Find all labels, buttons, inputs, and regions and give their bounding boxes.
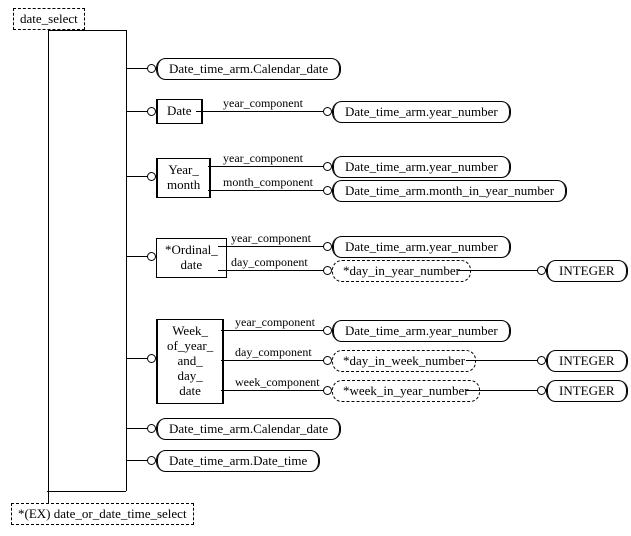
date-year-attr: year_component [223,96,303,111]
year-month-entity: Year_ month [156,158,211,198]
ym-year-target: Date_time_arm.year_number [332,156,511,178]
ex-select: *(EX) date_or_date_time_select [11,503,194,525]
wd-week-attr: week_component [235,375,320,390]
wd-year-target: Date_time_arm.year_number [332,320,511,342]
ordinal-date-entity: *Ordinal_ date [156,238,227,278]
wd-year-attr: year_component [235,315,315,330]
diagram-container: date_select Date_time_arm.Calendar_date … [8,8,623,528]
od-year-target: Date_time_arm.year_number [332,236,511,258]
od-day-attr: day_component [231,255,308,270]
calendar-date-1: Date_time_arm.Calendar_date [156,58,341,80]
wd-day-integer: INTEGER [546,350,628,372]
ym-year-attr: year_component [223,151,303,166]
calendar-date-2: Date_time_arm.Calendar_date [156,418,341,440]
date-time-ref: Date_time_arm.Date_time [156,450,320,472]
root-select: date_select [13,8,85,30]
wd-week-integer: INTEGER [546,380,628,402]
wd-day-target: *day_in_week_number [332,350,476,372]
od-day-target: *day_in_year_number [332,260,471,282]
wd-day-attr: day_component [235,345,312,360]
ym-month-target: Date_time_arm.month_in_year_number [332,180,567,202]
wd-week-target: *week_in_year_number [332,380,480,402]
ym-month-attr: month_component [223,175,313,190]
week-date-entity: Week_ of_year_ and_ day_ date [156,319,224,404]
od-year-attr: year_component [231,231,311,246]
od-integer: INTEGER [546,260,628,282]
date-year-target: Date_time_arm.year_number [332,101,511,123]
